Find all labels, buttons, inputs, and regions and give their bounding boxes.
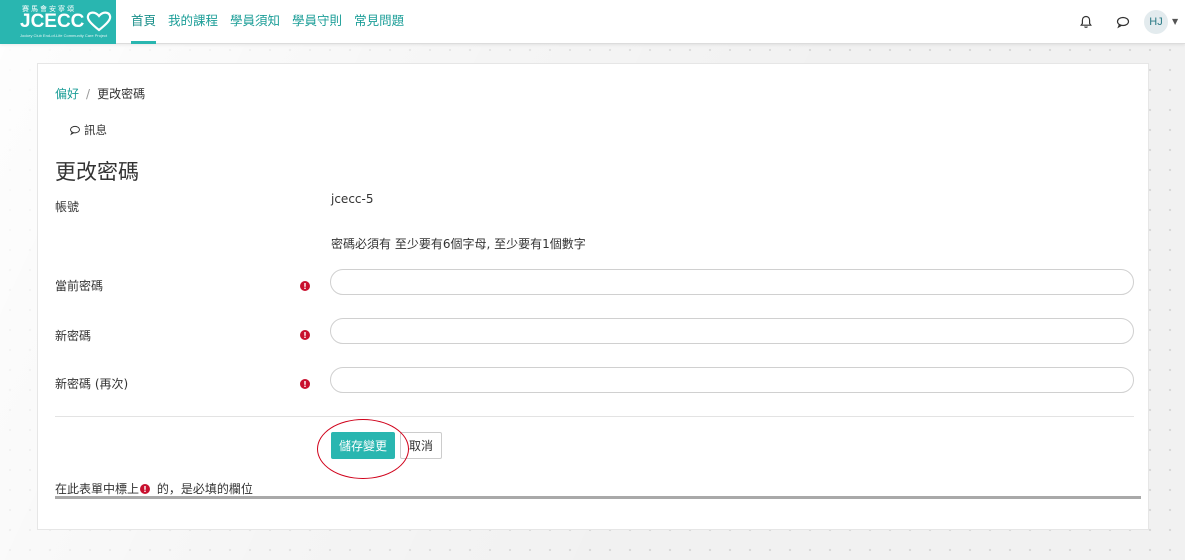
main-nav: 首頁 我的課程 學員須知 學員守則 常見問題	[131, 0, 416, 44]
required-icon	[140, 483, 151, 494]
confirm-password-label: 新密碼 (再次)	[55, 377, 129, 391]
username-label: 帳號	[55, 200, 80, 214]
cancel-button[interactable]: 取消	[400, 432, 442, 459]
main-card: 偏好 / 更改密碼 訊息 更改密碼 帳號 jcecc-5 密碼必須有 至少要有6個字…	[37, 63, 1149, 530]
required-icon	[300, 379, 310, 389]
nav-item-my-courses[interactable]: 我的課程	[168, 0, 218, 44]
confirm-password-input[interactable]	[330, 367, 1134, 393]
save-changes-button[interactable]: 儲存變更	[331, 432, 395, 459]
chat-icon	[70, 125, 80, 136]
user-avatar[interactable]: HJ	[1144, 10, 1168, 34]
current-password-input[interactable]	[330, 269, 1134, 295]
nav-item-student-rules[interactable]: 學員守則	[292, 0, 342, 44]
top-navbar: 賽馬會安寧頌 JCECC Jockey Club End-of-Life Com…	[0, 0, 1185, 44]
chat-icon[interactable]	[1115, 14, 1131, 30]
breadcrumb: 偏好 / 更改密碼	[55, 85, 145, 102]
bell-icon[interactable]	[1078, 14, 1094, 30]
current-password-label: 當前密碼	[55, 279, 104, 293]
nav-item-home[interactable]: 首頁	[131, 0, 157, 44]
required-icon	[300, 330, 310, 340]
new-password-input[interactable]	[330, 318, 1134, 344]
username-value: jcecc-5	[331, 192, 374, 206]
messages-label: 訊息	[84, 123, 107, 137]
form-divider	[55, 416, 1134, 417]
nav-item-faq[interactable]: 常見問題	[354, 0, 404, 44]
breadcrumb-preferences[interactable]: 偏好	[55, 87, 79, 101]
required-icon	[300, 281, 310, 291]
site-logo[interactable]: 賽馬會安寧頌 JCECC Jockey Club End-of-Life Com…	[0, 0, 116, 44]
nav-item-student-notice[interactable]: 學員須知	[230, 0, 280, 44]
password-policy: 密碼必須有 至少要有6個字母, 至少要有1個數字	[331, 237, 586, 251]
required-note-prefix: 在此表單中標上	[55, 482, 140, 496]
new-password-label: 新密碼	[55, 329, 92, 343]
breadcrumb-current: 更改密碼	[97, 87, 146, 101]
breadcrumb-separator: /	[86, 87, 91, 101]
page-title: 更改密碼	[55, 160, 139, 184]
messages-link[interactable]: 訊息	[69, 122, 107, 138]
footer-bar	[55, 496, 1141, 499]
heart-icon	[86, 11, 112, 32]
logo-subtitle: Jockey Club End-of-Life Community Care P…	[20, 33, 108, 38]
required-note-suffix: 的，是必填的欄位	[153, 482, 253, 496]
required-fields-note: 在此表單中標上 的，是必填的欄位	[55, 480, 253, 497]
logo-main-text: JCECC	[20, 11, 85, 32]
chevron-down-icon[interactable]: ▼	[1172, 17, 1178, 26]
